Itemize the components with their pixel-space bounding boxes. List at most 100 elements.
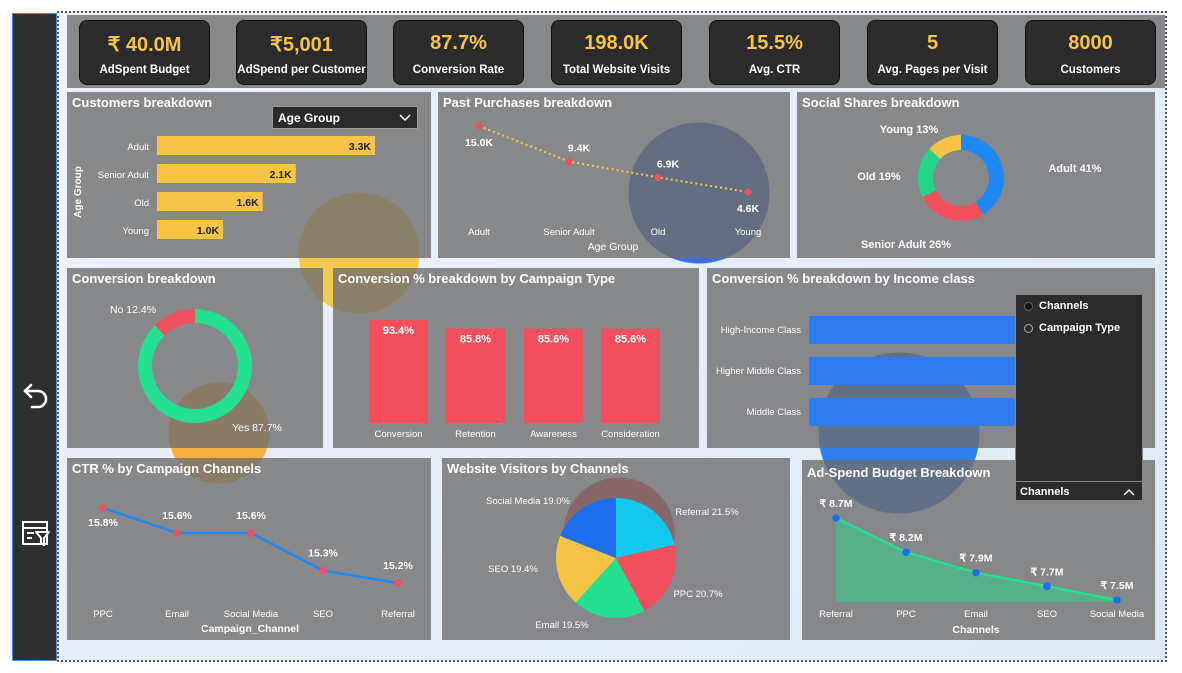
category-label: Email xyxy=(165,609,189,620)
kpi-value: 5 xyxy=(926,32,939,54)
kpi-card-total-website-visits: 198.0K Total Website Visits xyxy=(551,20,682,85)
data-label: ₹ 8.2M xyxy=(890,532,923,544)
data-label: ₹ 7.9M xyxy=(960,553,993,565)
kpi-value: 87.7% xyxy=(430,32,487,54)
ctr-line-chart: 15.8% PPC 15.6% Email 15.6% Social Media 15.3%… xyxy=(88,504,415,635)
selected-value: Channels xyxy=(1020,486,1070,498)
kpi-label: Avg. Pages per Visit xyxy=(877,64,988,76)
category-label: Retention xyxy=(455,429,496,440)
category-label: Old xyxy=(134,198,149,209)
slice xyxy=(138,309,252,423)
category-label: Social Media xyxy=(1090,609,1145,620)
data-label: 15.6% xyxy=(162,510,192,522)
option-channels[interactable]: Channels xyxy=(1024,300,1089,312)
conversion-donut-chart: Yes 87.7% No 12.4% xyxy=(110,304,282,434)
slice-label: Social Media 19.0% xyxy=(486,496,571,507)
slice-label: Email 19.5% xyxy=(535,620,589,631)
slice-label: Yes 87.7% xyxy=(232,422,282,434)
filter-pane-icon[interactable] xyxy=(21,519,51,549)
radio-icon xyxy=(1024,323,1033,333)
age-group-slicer[interactable]: Age Group xyxy=(272,106,418,129)
category-label: Awareness xyxy=(530,429,577,440)
chevron-down-icon xyxy=(399,114,411,122)
category-label: Young xyxy=(735,227,762,238)
category-label: Referral xyxy=(819,609,853,620)
ctr-by-channel-panel: CTR % by Campaign Channels 15.8% PPC 15.6%… xyxy=(67,458,431,640)
data-label: 9.4K xyxy=(568,143,591,155)
slice xyxy=(918,148,941,198)
data-point xyxy=(902,548,910,556)
x-axis-label: Age Group xyxy=(588,241,639,253)
slice xyxy=(154,309,195,336)
kpi-label: Conversion Rate xyxy=(412,64,505,76)
bar xyxy=(809,357,1019,385)
data-point xyxy=(972,568,980,577)
data-point xyxy=(319,566,327,575)
data-label: 4.6K xyxy=(737,203,760,215)
past-purchases-line-chart: 15.0K Adult 9.4K Senior Adult 6.9K Old 4.6K You… xyxy=(465,122,762,253)
data-label: 15.2% xyxy=(383,560,413,572)
kpi-card-conversion-rate: 87.7% Conversion Rate xyxy=(393,20,524,85)
data-label: 15.0K xyxy=(465,137,493,149)
kpi-label: Customers xyxy=(1060,64,1121,76)
data-label: ₹ 8.7M xyxy=(820,498,853,510)
slice-label: Senior Adult 26% xyxy=(861,239,951,251)
data-label: 2.1K xyxy=(270,169,293,181)
data-point xyxy=(1043,582,1051,591)
slicer-value: Age Group xyxy=(278,111,340,125)
slice-label: Adult 41% xyxy=(1048,163,1101,175)
data-label: 85.8% xyxy=(460,333,491,345)
kpi-card-avg-ctr: 15.5% Avg. CTR xyxy=(709,20,840,85)
slice-label: Young 13% xyxy=(880,124,939,136)
data-label: 85.6% xyxy=(615,334,646,346)
kpi-label: AdSpend per Customer xyxy=(237,64,366,76)
category-label: Old xyxy=(651,227,666,238)
past-purchases-panel: Past Purchases breakdown 15.0K Adult 9.4K S… xyxy=(438,92,790,258)
kpi-value: ₹5,001 xyxy=(270,34,333,56)
slice xyxy=(922,190,984,221)
option-campaign-type[interactable]: Campaign Type xyxy=(1024,322,1120,334)
x-axis-label: Campaign_Channel xyxy=(201,623,299,635)
series-line xyxy=(478,125,749,193)
kpi-value: 198.0K xyxy=(584,32,649,54)
kpi-label: Avg. CTR xyxy=(748,64,801,76)
data-point xyxy=(744,188,752,196)
category-label: Middle Class xyxy=(747,407,802,418)
data-label: 85.6% xyxy=(538,334,569,346)
data-label: 15.8% xyxy=(88,517,118,529)
left-sidebar xyxy=(12,13,57,661)
category-label: Email xyxy=(964,609,988,620)
category-label: Young xyxy=(122,226,149,237)
slice-label: Referral 21.5% xyxy=(675,507,739,518)
category-label: Adult xyxy=(468,227,490,238)
category-label: SEO xyxy=(313,609,333,620)
slice-label: Old 19% xyxy=(857,171,901,183)
category-label: Consideration xyxy=(601,429,660,440)
category-label: Senior Adult xyxy=(98,170,150,181)
data-label: 15.3% xyxy=(308,548,338,560)
kpi-card-avg-pages-per-visit: 5 Avg. Pages per Visit xyxy=(867,20,998,85)
kpi-value: ₹ 40.0M xyxy=(107,34,182,56)
kpi-card-adspent-budget: ₹ 40.0M AdSpent Budget xyxy=(79,20,210,85)
back-arrow-icon[interactable] xyxy=(21,379,51,409)
data-point xyxy=(394,579,402,587)
field-switch-selected[interactable]: Channels xyxy=(1015,481,1143,501)
slice xyxy=(961,135,1004,215)
category-label: Referral xyxy=(381,609,415,620)
social-shares-panel: Social Shares breakdown Adult 41% Senior … xyxy=(797,92,1155,258)
data-point xyxy=(565,158,573,166)
bar xyxy=(809,316,1019,344)
kpi-label: AdSpent Budget xyxy=(99,64,190,76)
visitors-pie-chart: Referral 21.5% PPC 20.7% Email 19.5% SEO 19… xyxy=(486,496,739,631)
data-point xyxy=(832,514,840,522)
data-label: 1.6K xyxy=(237,197,260,209)
kpi-value: 8000 xyxy=(1068,32,1113,54)
category-label: High-Income Class xyxy=(721,325,801,336)
data-point xyxy=(173,529,181,537)
data-label: 15.6% xyxy=(236,510,266,522)
data-point xyxy=(1113,596,1121,604)
kpi-card-adspend-per-customer: ₹5,001 AdSpend per Customer xyxy=(236,20,367,85)
conversion-campaign-bar-chart: 93.4% Conversion 85.8% Retention 85.6% Awaren… xyxy=(369,320,660,440)
conversion-by-campaign-panel: Conversion % breakdown by Campaign Type … xyxy=(333,268,699,448)
category-label: Adult xyxy=(127,142,149,153)
